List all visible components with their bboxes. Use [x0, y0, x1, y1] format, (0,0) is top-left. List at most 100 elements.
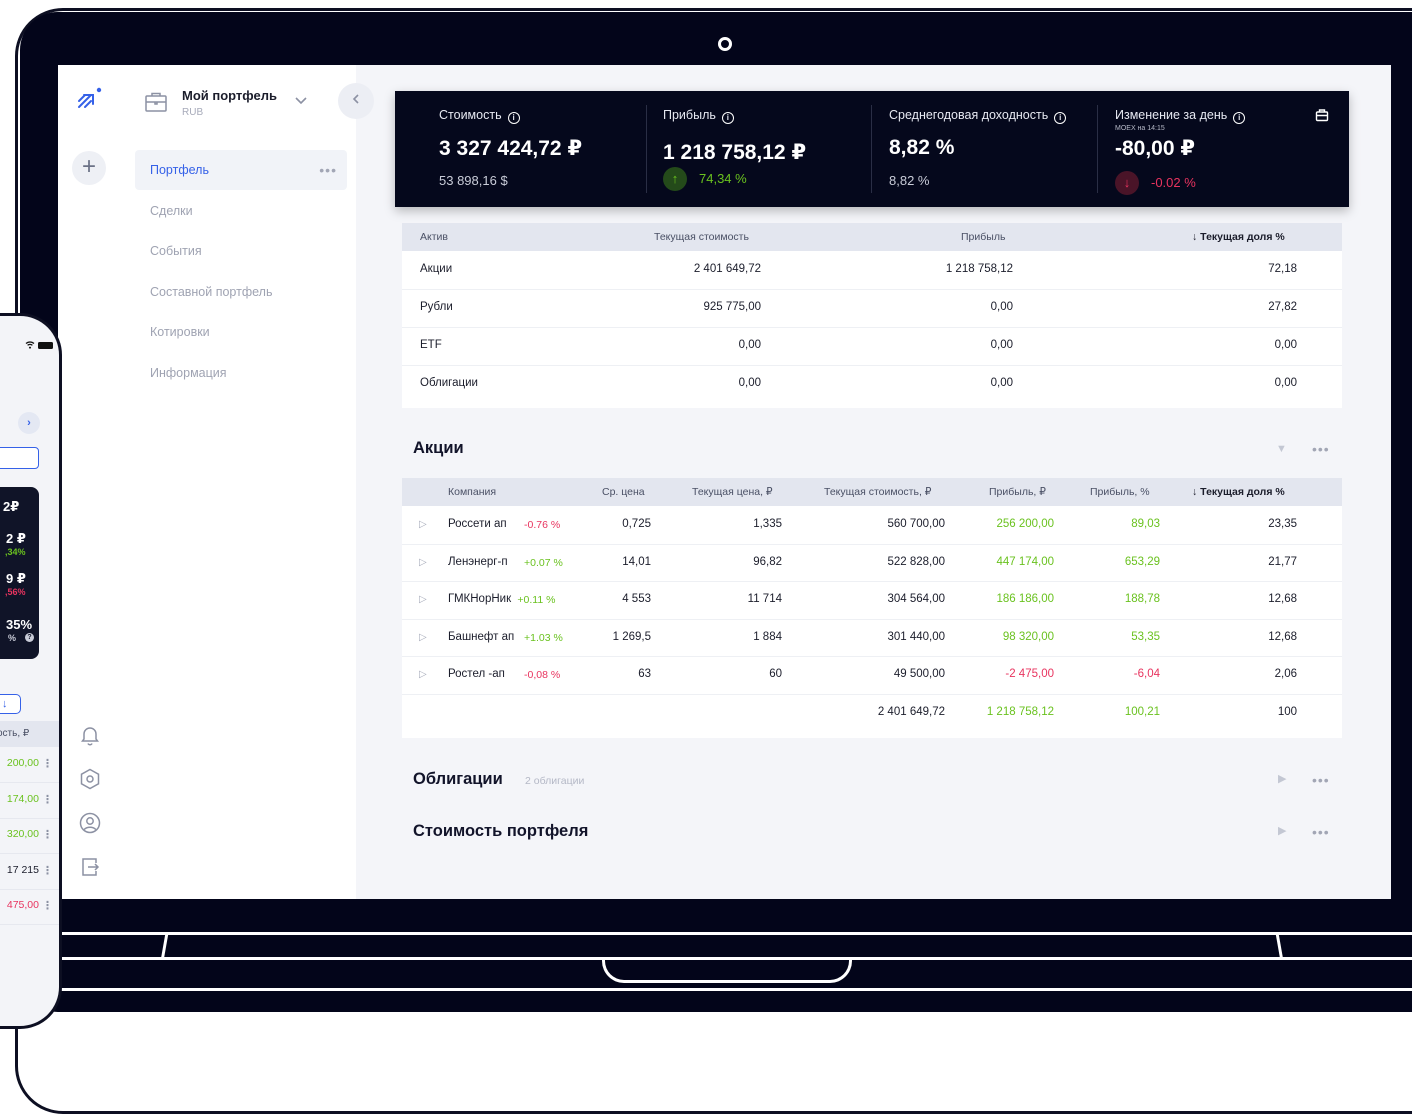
phone-sort-toggle[interactable]: ↑ ↓ — [0, 694, 21, 714]
laptop-hinge — [602, 958, 852, 983]
expand-triangle-icon[interactable]: ▶ — [1278, 772, 1286, 785]
info-icon[interactable]: i — [1054, 112, 1067, 124]
settings-hex-icon[interactable] — [78, 767, 102, 791]
stat-day-change: Изменение за день i MOEX на 14:15 -80,00 … — [1115, 91, 1345, 207]
menu-item-portfolio[interactable]: Портфель ••• — [135, 150, 347, 190]
table-header: Компания Ср. цена Текущая цена, ₽ Текуща… — [402, 478, 1342, 506]
chevron-right-icon[interactable]: › — [18, 412, 40, 434]
kebab-menu-icon[interactable]: ⋮ — [42, 793, 53, 806]
logo-icon[interactable] — [76, 87, 102, 116]
add-portfolio-button[interactable]: + — [72, 151, 106, 185]
phone-fragment: 2 ₽ — [6, 531, 26, 546]
arrow-down-icon[interactable]: ↓ — [2, 695, 8, 713]
table-cell: 72,18 — [1268, 263, 1297, 275]
table-cell: 1,335 — [753, 518, 782, 530]
column-header-sorted[interactable]: ↓ Текущая доля % — [1192, 486, 1285, 498]
phone-fragment: ,34% — [5, 547, 26, 557]
stocks-table: Компания Ср. цена Текущая цена, ₽ Текуща… — [402, 478, 1342, 738]
table-cell: 100,21 — [1124, 706, 1160, 718]
stat-sub: 53 898,16 $ — [439, 173, 508, 188]
expand-row-icon[interactable]: ▷ — [419, 519, 427, 530]
menu-item-label: Портфель — [150, 163, 209, 177]
more-dots-icon[interactable]: ••• — [319, 150, 337, 190]
menu-item-events[interactable]: События — [135, 231, 347, 271]
portfolio-stats-panel: Стоимость i 3 327 424,72 ₽ 53 898,16 $ Пр… — [395, 91, 1349, 207]
row-divider — [402, 618, 1342, 620]
user-icon[interactable] — [78, 811, 102, 835]
stat-value: 3 327 424,72 ₽ — [439, 137, 583, 160]
column-header[interactable]: Актив — [420, 231, 448, 243]
table-cell: 63 — [638, 668, 651, 681]
row-divider — [0, 924, 59, 925]
row-divider — [402, 289, 1342, 290]
divider — [871, 105, 872, 193]
table-cell: 27,82 — [1268, 301, 1297, 313]
stat-label: Стоимость i — [439, 108, 520, 124]
expand-row-icon[interactable]: ▷ — [419, 669, 427, 680]
stat-sub: 8,82 % — [889, 173, 930, 188]
table-cell: 60 — [769, 668, 782, 681]
briefcase-lock-icon[interactable] — [1315, 108, 1329, 127]
chevron-down-icon[interactable] — [294, 93, 308, 111]
expand-row-icon[interactable]: ▷ — [419, 557, 427, 568]
column-header[interactable]: Компания — [448, 486, 496, 498]
table-cell: 1 218 758,12 — [945, 263, 1013, 275]
table-cell: 2 401 649,72 — [693, 263, 761, 275]
column-header[interactable]: Текущая стоимость — [654, 231, 749, 243]
info-icon[interactable]: i — [721, 112, 734, 124]
menu-item-quotes[interactable]: Котировки — [135, 312, 347, 352]
table-header: Актив Текущая стоимость Прибыль ↓ Текуща… — [402, 223, 1342, 251]
section-title-portfolio-value[interactable]: Стоимость портфеля — [413, 822, 588, 841]
more-dots-icon[interactable]: ••• — [1312, 824, 1330, 840]
phone-mockup: › 2₽ 2 ₽ ,34% 9 ₽ ,56% 35% % ? ↑ ↓ ость,… — [0, 313, 62, 1029]
collapse-triangle-icon[interactable]: ▼ — [1276, 443, 1287, 455]
expand-row-icon[interactable]: ▷ — [419, 632, 427, 643]
logout-icon[interactable] — [78, 855, 102, 879]
table-cell: 21,77 — [1268, 555, 1297, 568]
more-dots-icon[interactable]: ••• — [1312, 441, 1330, 457]
table-cell: 1 884 — [753, 630, 782, 643]
company-name[interactable]: Ленэнерг-п — [448, 556, 508, 568]
collapse-sidebar-button[interactable] — [338, 83, 374, 119]
table-cell: 89,03 — [1131, 518, 1160, 530]
company-name[interactable]: Ростел -ап — [448, 668, 505, 680]
kebab-menu-icon[interactable]: ⋮ — [42, 864, 53, 877]
phone-search-input[interactable] — [0, 447, 39, 469]
table-cell: 11 714 — [747, 593, 782, 606]
portfolio-currency: RUB — [182, 107, 204, 118]
expand-row-icon[interactable]: ▷ — [419, 594, 427, 605]
column-header[interactable]: Прибыль, ₽ — [989, 486, 1046, 498]
row-divider — [402, 543, 1342, 545]
kebab-menu-icon[interactable]: ⋮ — [42, 828, 53, 841]
company-name[interactable]: Россети ап — [448, 518, 507, 530]
table-cell: 0,00 — [738, 377, 761, 389]
kebab-menu-icon[interactable]: ⋮ — [42, 899, 53, 912]
info-icon[interactable]: i — [1233, 112, 1246, 124]
column-header[interactable]: Прибыль, % — [1090, 486, 1150, 498]
menu-item-composite[interactable]: Составной портфель — [135, 272, 347, 312]
column-header[interactable]: Текущая цена, ₽ — [692, 486, 773, 498]
table-cell: 653,29 — [1124, 555, 1160, 568]
table-cell: 1 269,5 — [612, 630, 651, 643]
column-header[interactable]: Текущая стоимость, ₽ — [824, 486, 931, 498]
section-title-bonds[interactable]: Облигации — [413, 770, 503, 789]
more-dots-icon[interactable]: ••• — [1312, 772, 1330, 788]
menu-item-deals[interactable]: Сделки — [135, 191, 347, 231]
column-header[interactable]: Ср. цена — [602, 486, 645, 498]
phone-fragment: ,56% — [5, 587, 26, 597]
info-icon[interactable]: ? — [25, 633, 34, 642]
bell-icon[interactable] — [78, 723, 102, 747]
stat-note: MOEX на 14:15 — [1115, 125, 1165, 132]
wifi-battery-icon — [25, 340, 55, 353]
column-header[interactable]: Прибыль — [961, 231, 1005, 243]
laptop-base-line — [58, 932, 1412, 935]
info-icon[interactable]: i — [507, 112, 520, 124]
expand-triangle-icon[interactable]: ▶ — [1278, 824, 1286, 837]
camera-icon — [718, 37, 732, 51]
divider — [1097, 105, 1098, 193]
menu-item-info[interactable]: Информация — [135, 353, 347, 393]
table-cell: 14,01 — [622, 555, 651, 568]
column-header-sorted[interactable]: ↓ Текущая доля % — [1192, 231, 1285, 243]
kebab-menu-icon[interactable]: ⋮ — [42, 757, 53, 770]
table-cell: 12,68 — [1268, 593, 1297, 606]
